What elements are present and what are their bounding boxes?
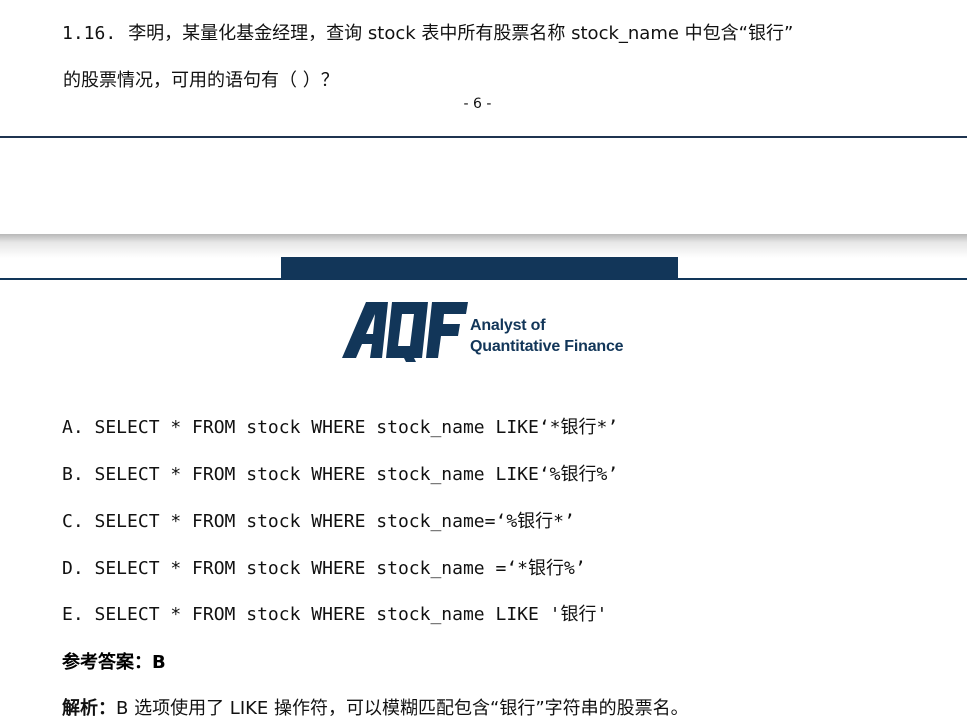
- page-divider: [0, 136, 967, 138]
- aqf-logo-mark: [342, 302, 468, 362]
- question-line-2: 的股票情况，可用的语句有（ ）？: [63, 70, 339, 91]
- analysis: 解析：B 选项使用了 LIKE 操作符，可以模糊匹配包含“银行”字符串的股票名。: [62, 694, 689, 720]
- option-b: B. SELECT * FROM stock WHERE stock_name …: [62, 464, 619, 485]
- option-e: E. SELECT * FROM stock WHERE stock_name …: [62, 604, 608, 625]
- analysis-text: B 选项使用了 LIKE 操作符，可以模糊匹配包含“银行”字符串的股票名。: [116, 698, 689, 719]
- header-accent-bar: [281, 257, 678, 279]
- logo-text-line-1: Analyst of: [470, 317, 546, 334]
- answer-value: B: [152, 652, 166, 673]
- header-rule: [0, 278, 967, 280]
- question-line-1: 1.16. 李明，某量化基金经理，查询 stock 表中所有股票名称 stock_…: [62, 19, 793, 45]
- answer-label: 参考答案：: [62, 652, 152, 673]
- logo-text-line-2: Quantitative Finance: [470, 338, 624, 355]
- aqf-logo: Analyst of Quantitative Finance: [342, 300, 642, 362]
- analysis-label: 解析：: [62, 698, 116, 719]
- option-d: D. SELECT * FROM stock WHERE stock_name …: [62, 558, 586, 579]
- question-text-1: 李明，某量化基金经理，查询 stock 表中所有股票名称 stock_name …: [128, 23, 794, 44]
- reference-answer: 参考答案：B: [62, 648, 166, 674]
- option-a: A. SELECT * FROM stock WHERE stock_name …: [62, 417, 619, 438]
- page-number: - 6 -: [463, 96, 492, 112]
- option-c: C. SELECT * FROM stock WHERE stock_name=…: [62, 511, 575, 532]
- question-number: 1.16.: [62, 23, 117, 44]
- header-shadow-band: [0, 234, 967, 258]
